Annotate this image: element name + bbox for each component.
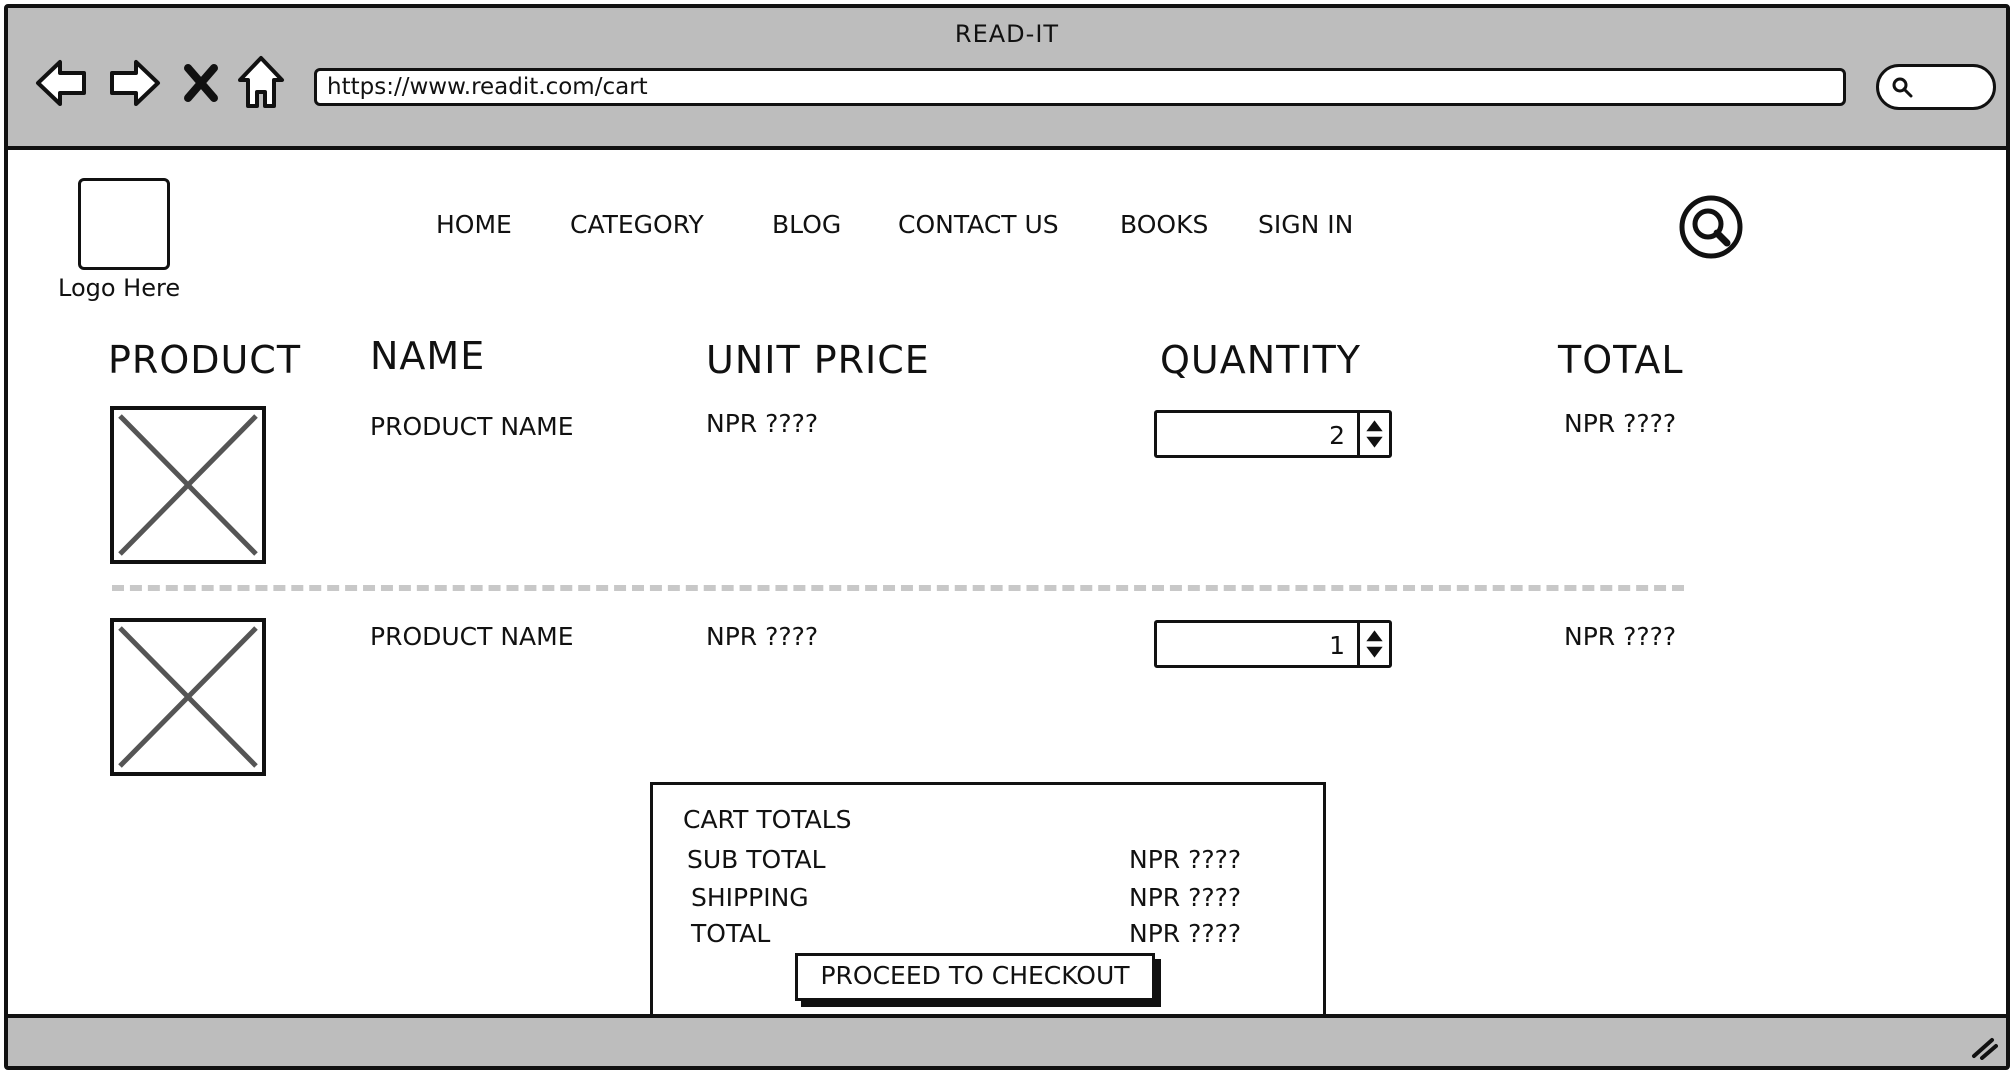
- quantity-value: 2: [1329, 421, 1345, 450]
- close-icon[interactable]: [180, 52, 222, 114]
- shipping-label: SHIPPING: [691, 883, 809, 912]
- column-header-total: TOTAL: [1558, 338, 1684, 382]
- resize-grip-icon[interactable]: [1968, 1030, 1998, 1060]
- line-total: NPR ????: [1564, 622, 1677, 651]
- line-total: NPR ????: [1564, 409, 1677, 438]
- quantity-value: 1: [1329, 631, 1345, 660]
- column-header-quantity: QUANTITY: [1160, 338, 1361, 382]
- menu-books[interactable]: BOOKS: [1120, 210, 1208, 239]
- product-name: PRODUCT NAME: [370, 622, 574, 651]
- logo[interactable]: [78, 178, 170, 270]
- column-header-product: PRODUCT: [108, 338, 302, 382]
- stepper-arrows-icon[interactable]: [1357, 413, 1389, 455]
- subtotal-label: SUB TOTAL: [687, 845, 826, 874]
- search-icon[interactable]: [1678, 194, 1744, 260]
- menu-sign-in[interactable]: SIGN IN: [1258, 210, 1353, 239]
- subtotal-value: NPR ????: [1129, 845, 1242, 874]
- browser-window: READ-IT https://www.readit.com/cart Logo…: [4, 4, 2010, 1070]
- image-placeholder-icon: [110, 618, 266, 776]
- browser-toolbar: READ-IT https://www.readit.com/cart: [8, 8, 2006, 150]
- menu-blog[interactable]: BLOG: [772, 210, 841, 239]
- image-placeholder-icon: [110, 406, 266, 564]
- menu-contact-us[interactable]: CONTACT US: [898, 210, 1059, 239]
- quantity-stepper[interactable]: 2: [1154, 410, 1392, 458]
- arrow-right-icon[interactable]: [104, 52, 164, 114]
- row-divider: [112, 585, 1684, 591]
- home-icon[interactable]: [234, 52, 288, 114]
- search-icon: [1892, 77, 1913, 98]
- column-header-unit-price: UNIT PRICE: [706, 338, 930, 382]
- proceed-to-checkout-button[interactable]: PROCEED TO CHECKOUT: [795, 953, 1155, 1001]
- unit-price: NPR ????: [706, 409, 819, 438]
- shipping-value: NPR ????: [1129, 883, 1242, 912]
- menu-category[interactable]: CATEGORY: [570, 210, 704, 239]
- quantity-stepper[interactable]: 1: [1154, 620, 1392, 668]
- column-header-name: NAME: [370, 334, 486, 378]
- total-label: TOTAL: [691, 919, 771, 948]
- total-value: NPR ????: [1129, 919, 1242, 948]
- stepper-arrows-icon[interactable]: [1357, 623, 1389, 665]
- address-bar[interactable]: https://www.readit.com/cart: [314, 68, 1846, 106]
- window-title: READ-IT: [954, 20, 1060, 48]
- arrow-left-icon[interactable]: [32, 52, 92, 114]
- status-bar: [8, 1014, 2006, 1066]
- logo-caption: Logo Here: [58, 274, 181, 302]
- menu-home[interactable]: HOME: [436, 210, 512, 239]
- cart-totals-panel: CART TOTALS SUB TOTAL NPR ???? SHIPPING …: [650, 782, 1326, 1020]
- browser-search-field[interactable]: [1876, 64, 1996, 110]
- cart-totals-title: CART TOTALS: [683, 805, 852, 834]
- product-name: PRODUCT NAME: [370, 412, 574, 441]
- unit-price: NPR ????: [706, 622, 819, 651]
